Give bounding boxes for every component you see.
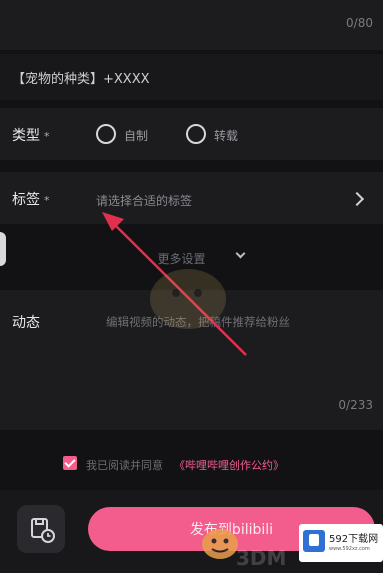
topic-text: 【宠物的种类】+XXXX — [12, 72, 150, 87]
site-logo-name: 592下载网 — [329, 534, 379, 545]
site-logo-url: www.592xz.com — [329, 546, 370, 552]
title-section: 0/80 — [0, 0, 383, 50]
watermark-mascot — [136, 255, 236, 335]
watermark-3dm: 3DM — [236, 546, 287, 570]
agreement-prefix: 我已阅读并同意 — [86, 459, 163, 472]
radio-original[interactable] — [96, 124, 116, 144]
dynamic-counter: 0/233 — [338, 398, 373, 412]
radio-repost-label[interactable]: 转载 — [214, 127, 238, 144]
topic-section[interactable]: 【宠物的种类】+XXXX — [0, 54, 383, 100]
agreement-row[interactable]: 我已阅读并同意 《哔哩哔哩创作公约》 — [0, 452, 383, 476]
tag-placeholder: 请选择合适的标签 — [96, 194, 193, 208]
site-logo-icon — [303, 530, 325, 552]
agreement-link[interactable]: 《哔哩哔哩创作公约》 — [174, 457, 284, 473]
tag-row[interactable]: 标签 * 请选择合适的标签 — [0, 172, 383, 224]
type-label: 类型 * — [12, 128, 50, 144]
chevron-right-icon — [349, 191, 365, 207]
radio-original-label[interactable]: 自制 — [124, 127, 148, 144]
tag-label: 标签 * — [12, 192, 50, 208]
title-counter: 0/80 — [346, 16, 373, 30]
watermark-site-logo: 592下载网 www.592xz.com — [299, 524, 383, 562]
draft-save-button[interactable] — [17, 505, 65, 553]
dynamic-label: 动态 — [12, 315, 40, 331]
side-handle[interactable] — [0, 232, 6, 266]
draft-save-icon — [31, 518, 55, 543]
radio-repost[interactable] — [186, 124, 206, 144]
checkbox-checked-icon[interactable] — [63, 456, 77, 470]
chevron-down-icon — [235, 248, 246, 259]
type-row: 类型 * 自制 转载 — [0, 108, 383, 160]
